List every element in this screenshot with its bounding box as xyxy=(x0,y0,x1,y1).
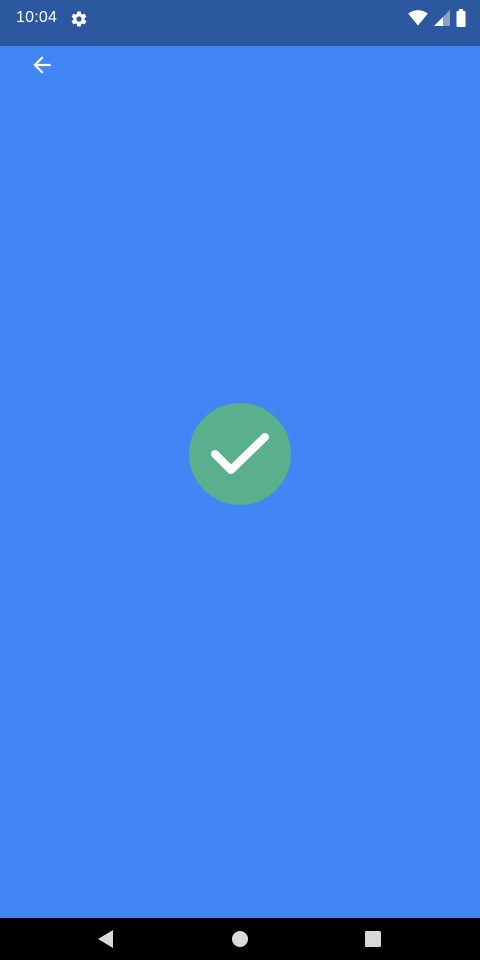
screen: 10:04 xyxy=(0,0,480,960)
nav-home-button[interactable] xyxy=(225,926,255,952)
back-button[interactable] xyxy=(22,48,62,82)
nav-recents-button[interactable] xyxy=(358,926,388,952)
battery-icon xyxy=(456,9,466,27)
wifi-icon xyxy=(408,10,428,26)
checkmark-icon xyxy=(211,433,269,474)
nav-home-icon xyxy=(232,931,248,947)
settings-gear-icon xyxy=(71,11,87,27)
status-time: 10:04 xyxy=(16,9,58,26)
cell-signal-icon xyxy=(434,10,450,26)
arrow-back-icon xyxy=(33,56,51,74)
status-bar: 10:04 xyxy=(0,0,480,46)
status-icons xyxy=(408,9,466,27)
nav-recents-icon xyxy=(365,931,381,947)
success-badge xyxy=(189,403,291,505)
navigation-bar xyxy=(0,918,480,960)
nav-back-icon xyxy=(98,930,113,948)
nav-back-button[interactable] xyxy=(91,926,121,952)
